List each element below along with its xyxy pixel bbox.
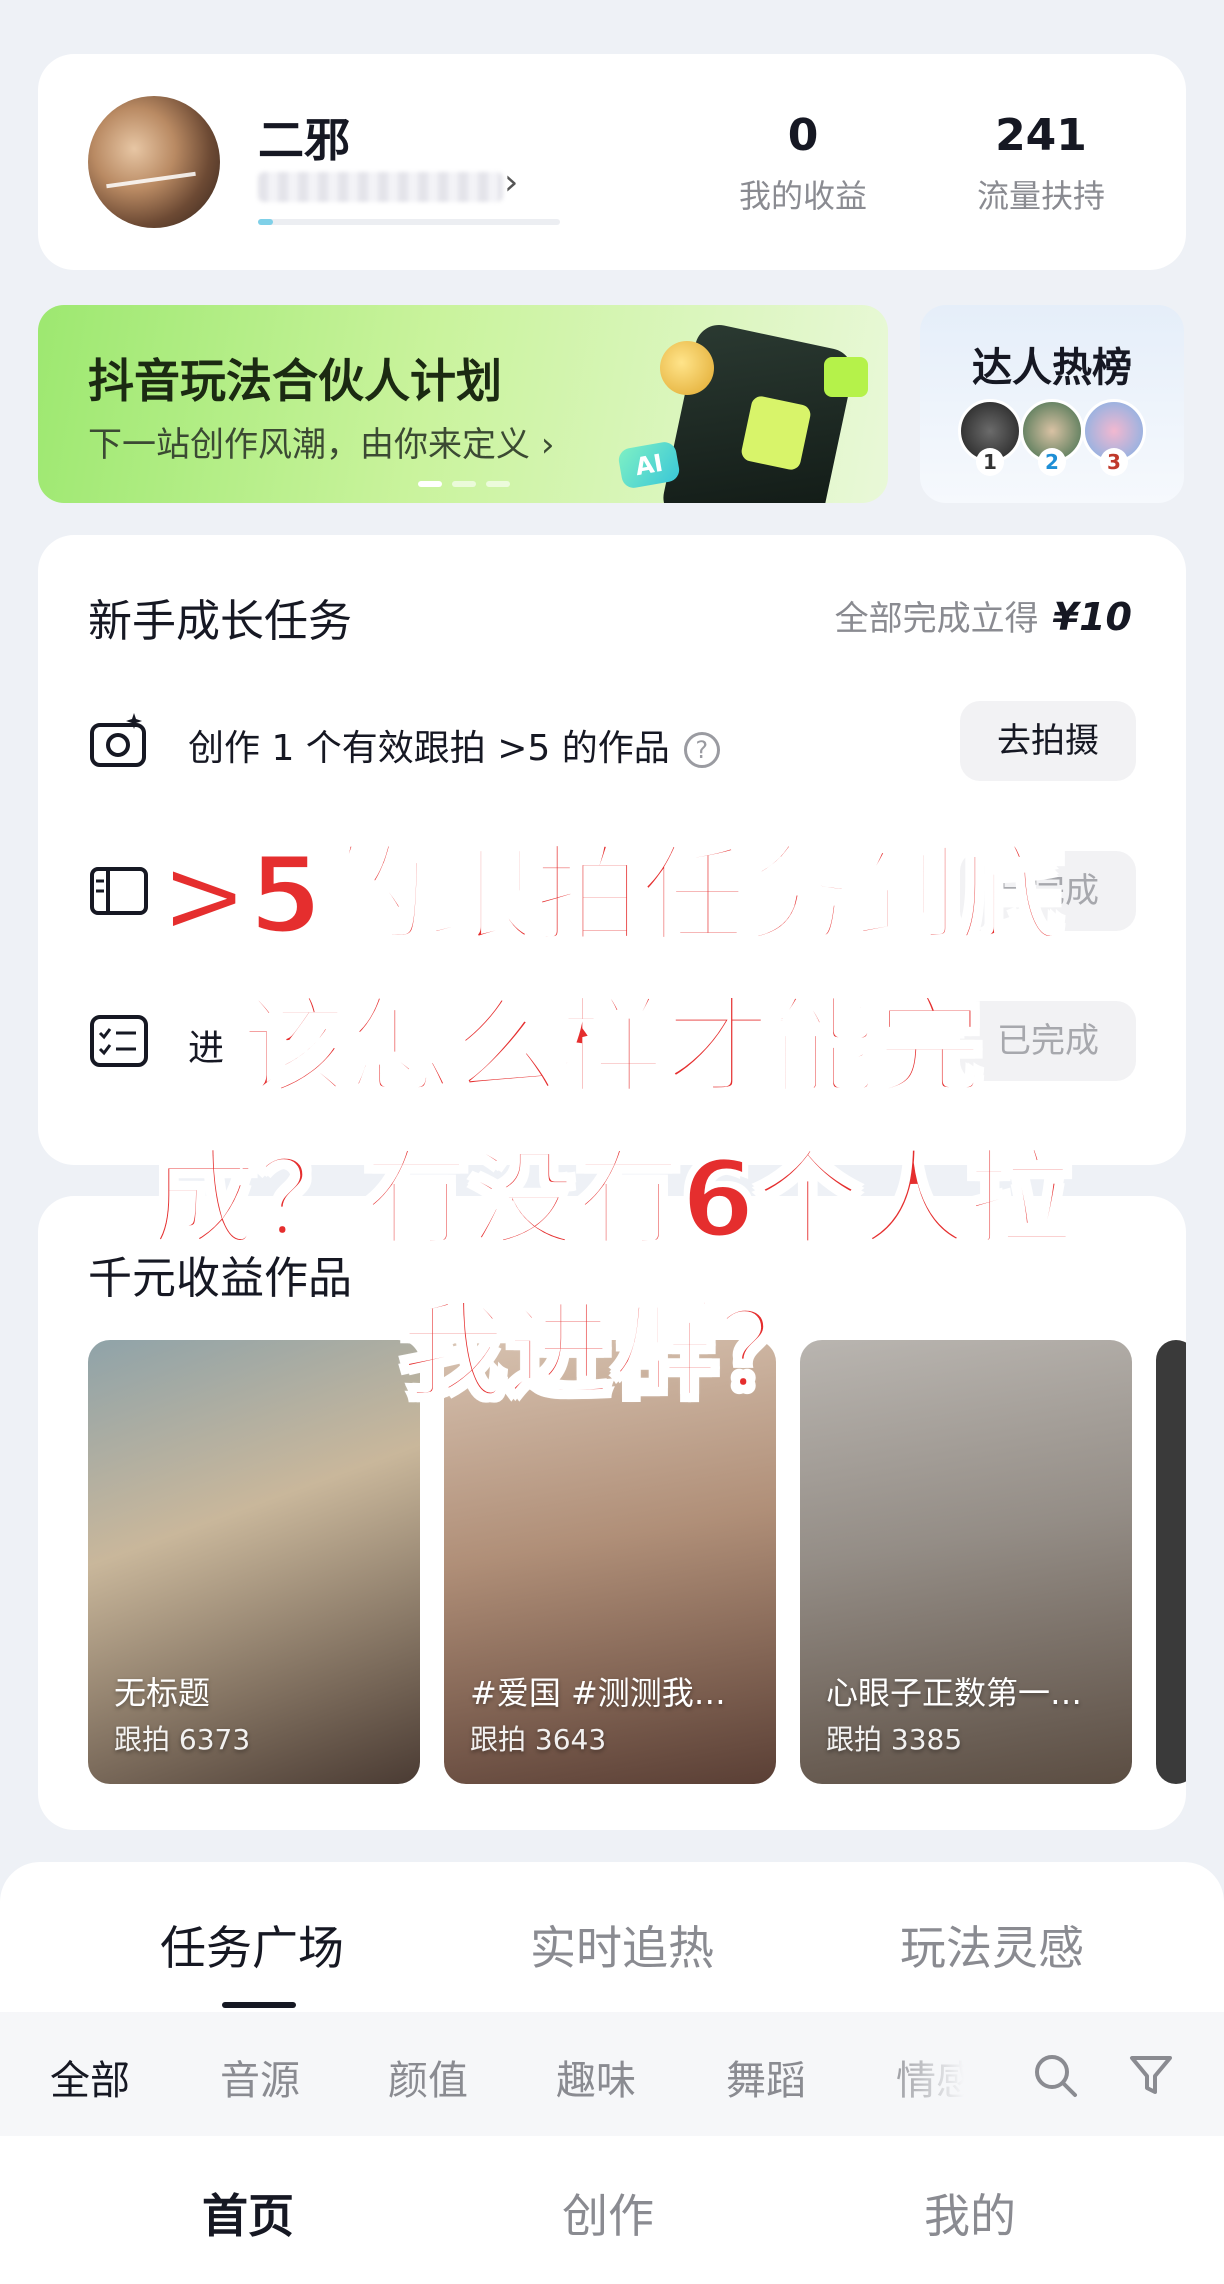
- go-shoot-button[interactable]: 去拍摄: [960, 701, 1136, 781]
- task-tabs: 任务广场 实时追热 玩法灵感: [0, 1862, 1224, 2012]
- task-row: 创作 1 个有效跟拍 >5 的作品? 去拍摄: [88, 695, 1136, 785]
- bottom-navigation: 首页 创作 我的: [0, 2136, 1224, 2284]
- work-thumbnail[interactable]: #爱国 #测测我… 跟拍 3643: [444, 1340, 776, 1784]
- banner-subtitle-row: 下一站创作风潮，由你来定义 ›: [88, 417, 554, 466]
- task-row: 已完成: [88, 845, 1136, 935]
- newbie-task-card: 新手成长任务 全部完成立得 ¥10 创作 1 个有效跟拍 >5 的作品? 去拍摄: [38, 535, 1186, 1165]
- works-card-title: 千元收益作品: [88, 1253, 352, 1304]
- filter-funnel-icon[interactable]: [1128, 2052, 1174, 2098]
- hot-list-title: 达人热榜: [972, 345, 1132, 391]
- earnings-label: 我的收益: [738, 177, 867, 215]
- carousel-dot[interactable]: [486, 481, 510, 487]
- rank-avatar: 3: [1082, 399, 1146, 476]
- nav-create[interactable]: 创作: [562, 2180, 654, 2246]
- active-tab-indicator: [222, 2002, 296, 2008]
- chevron-right-icon: ›: [540, 425, 555, 465]
- tab-realtime-trending[interactable]: 实时追热: [530, 1912, 714, 1978]
- profile-progress-fill: [258, 219, 274, 225]
- avatar[interactable]: [88, 96, 220, 228]
- work-follow-count: 跟拍 3385: [826, 1723, 963, 1756]
- help-icon[interactable]: ?: [683, 732, 720, 768]
- nav-mine[interactable]: 我的: [924, 2180, 1016, 2246]
- rank-avatar: 2: [1020, 399, 1084, 476]
- task-reward: 全部完成立得 ¥10: [835, 591, 1132, 640]
- traffic-support-label: 流量扶持: [976, 177, 1105, 215]
- banner-title: 抖音玩法合伙人计划: [88, 354, 502, 408]
- coin-icon: [660, 341, 714, 395]
- task-completed-button[interactable]: 已完成: [960, 851, 1136, 931]
- work-title: 无标题: [114, 1674, 211, 1712]
- task-completed-button[interactable]: 已完成: [960, 1001, 1136, 1081]
- task-text-label: 创作 1 个有效跟拍 >5 的作品: [188, 728, 670, 769]
- chevron-right-icon[interactable]: ›: [504, 162, 518, 203]
- rank-number: 1: [976, 448, 1004, 476]
- username: 二邪: [258, 113, 350, 167]
- top-earning-works-card: 千元收益作品 无标题 跟拍 6373 #爱国 #测测我… 跟拍 3643 心眼子…: [38, 1196, 1186, 1830]
- work-thumbnail[interactable]: 心眼子正数第一… 跟拍 3385: [800, 1340, 1132, 1784]
- work-thumbnail[interactable]: 无标题 跟拍 6373: [88, 1340, 420, 1784]
- banner-subtitle: 下一站创作风潮，由你来定义: [88, 425, 530, 465]
- rank-avatar: 1: [958, 399, 1022, 476]
- page: 二邪 › 0 我的收益 241 流量扶持 抖音玩法合伙人计划 下一站创作风潮，由…: [0, 0, 1224, 2284]
- filter-audio[interactable]: 音源: [220, 2048, 300, 2106]
- earnings-value: 0: [787, 110, 819, 161]
- task-text: 进: [188, 1028, 225, 1069]
- work-follow-count: 跟拍 6373: [114, 1723, 251, 1756]
- carousel-dot[interactable]: [452, 481, 476, 487]
- work-title: #爱国 #测测我…: [470, 1674, 726, 1712]
- play-icon: [824, 357, 868, 397]
- profile-card: 二邪 › 0 我的收益 241 流量扶持: [38, 54, 1186, 270]
- category-filter-bar: 全部 音源 颜值 趣味 舞蹈 情感: [0, 2012, 1224, 2136]
- filter-all[interactable]: 全部: [50, 2048, 130, 2106]
- earnings-stat[interactable]: 0 我的收益: [718, 110, 888, 217]
- filter-fade: [880, 2012, 1000, 2136]
- filter-looks[interactable]: 颜值: [388, 2048, 468, 2106]
- tab-play-inspiration[interactable]: 玩法灵感: [900, 1912, 1084, 1978]
- tab-task-square[interactable]: 任务广场: [160, 1912, 344, 1978]
- carousel-dots: [418, 481, 510, 487]
- search-icon[interactable]: [1030, 2050, 1080, 2100]
- work-thumbnail-partial[interactable]: [1156, 1340, 1186, 1784]
- rank-number: 2: [1038, 448, 1066, 476]
- camera-sparkle-icon: [90, 713, 146, 767]
- task-text: 创作 1 个有效跟拍 >5 的作品?: [188, 719, 720, 771]
- filter-dance[interactable]: 舞蹈: [726, 2048, 806, 2106]
- checklist-icon: [90, 1015, 148, 1067]
- carousel-dot[interactable]: [418, 481, 442, 487]
- traffic-support-value: 241: [995, 110, 1087, 161]
- profile-progress-bar: [258, 219, 560, 225]
- nav-home[interactable]: 首页: [202, 2180, 294, 2246]
- work-title: 心眼子正数第一…: [826, 1674, 1083, 1712]
- task-row: 进 已完成: [88, 995, 1136, 1085]
- work-follow-count: 跟拍 3643: [470, 1723, 607, 1756]
- book-icon: [90, 867, 148, 915]
- traffic-support-stat[interactable]: 241 流量扶持: [956, 110, 1126, 217]
- reward-amount: ¥10: [1052, 595, 1132, 639]
- rank-number: 3: [1100, 448, 1128, 476]
- reward-label: 全部完成立得: [834, 599, 1039, 639]
- filter-fun[interactable]: 趣味: [556, 2048, 636, 2106]
- creator-hot-list[interactable]: 达人热榜 1 2 3: [920, 305, 1184, 503]
- partner-plan-banner[interactable]: 抖音玩法合伙人计划 下一站创作风潮，由你来定义 › AI: [38, 305, 888, 503]
- blurred-account-info[interactable]: [258, 172, 503, 202]
- task-card-title: 新手成长任务: [88, 596, 352, 647]
